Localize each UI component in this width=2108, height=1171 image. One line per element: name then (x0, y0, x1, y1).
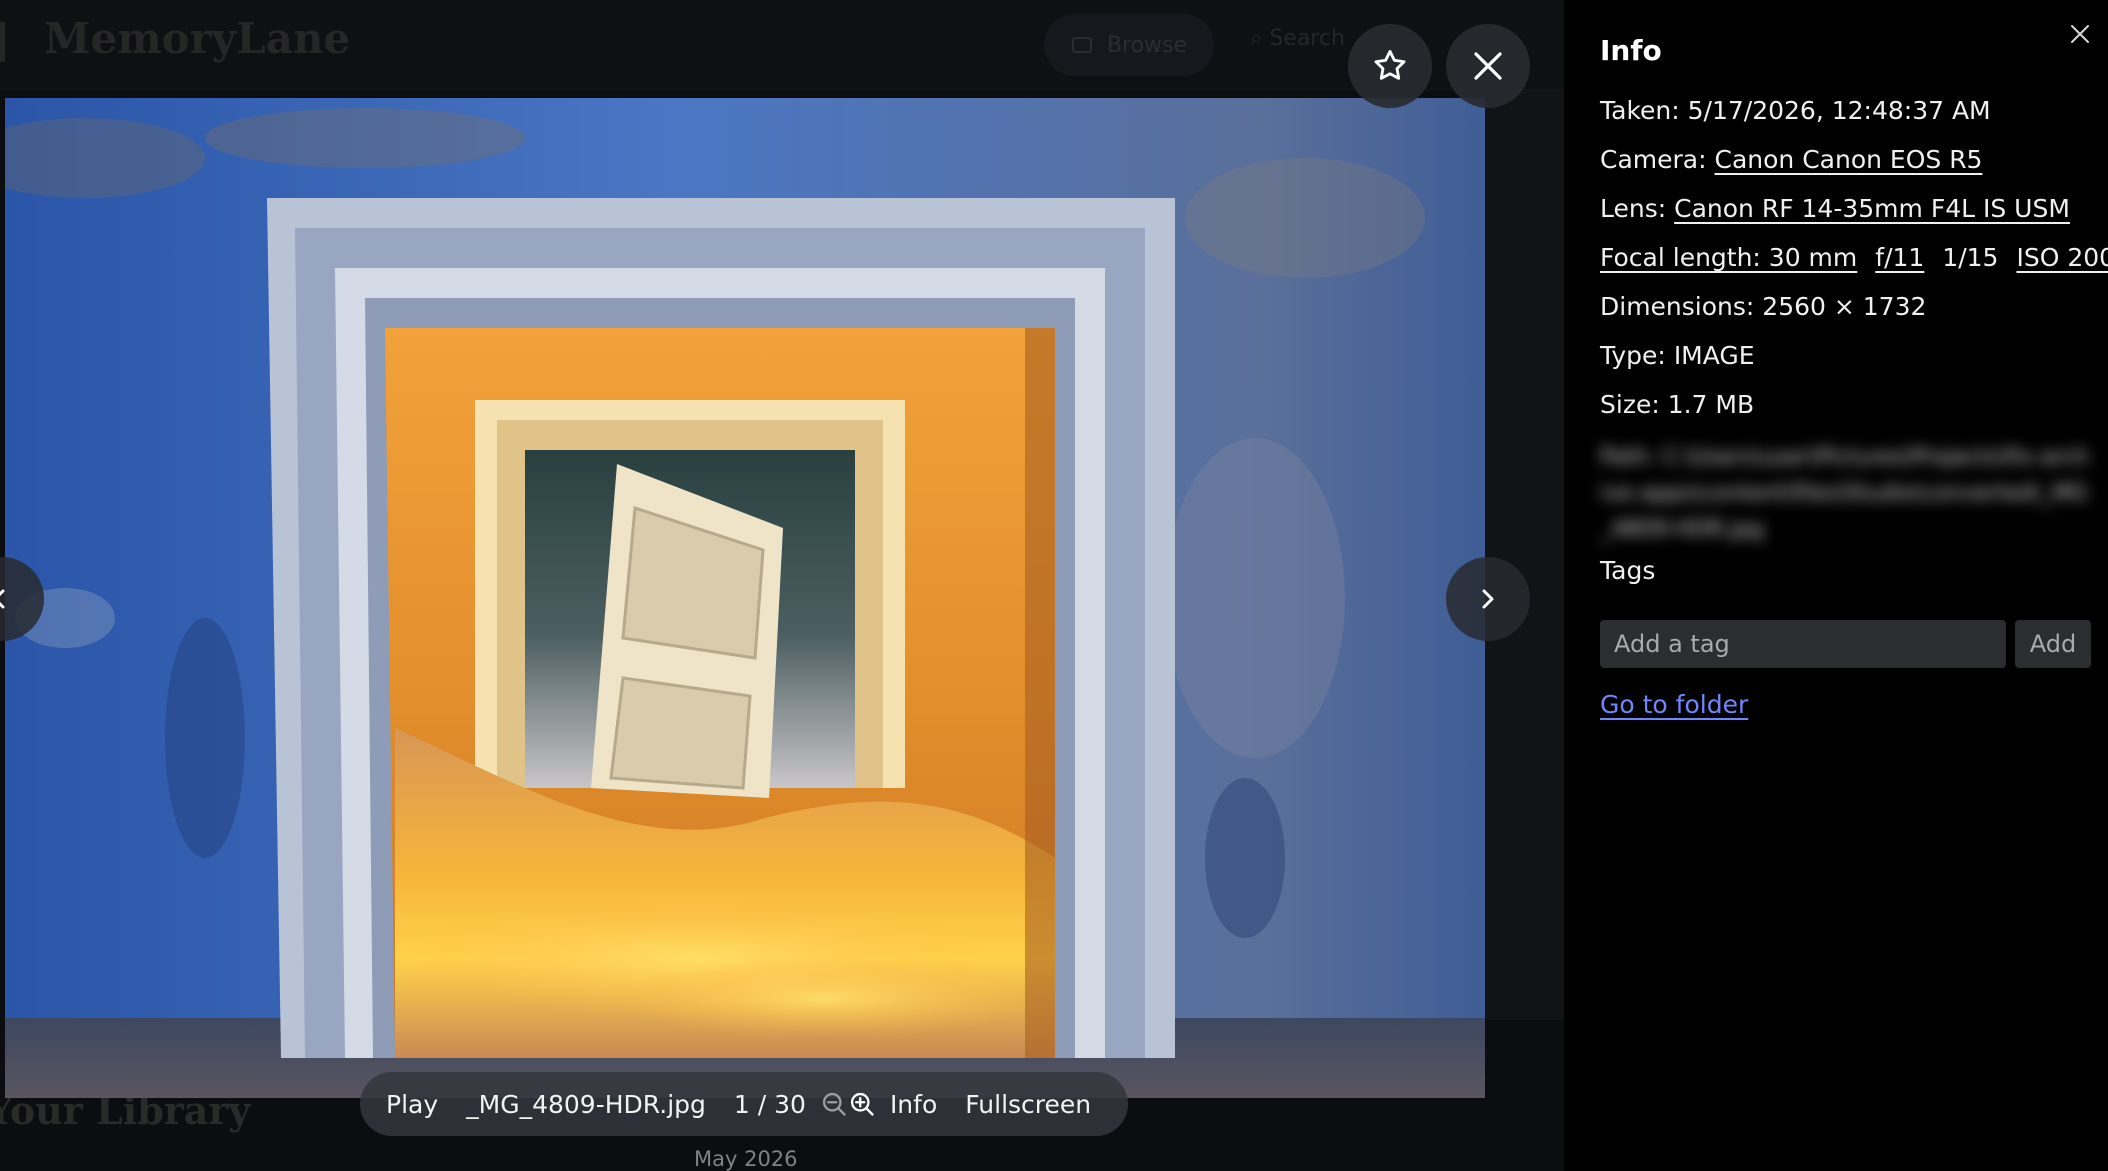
fullscreen-button[interactable]: Fullscreen (951, 1090, 1105, 1119)
close-icon (1474, 52, 1502, 80)
app-header: MemoryLane Browse ⌕ Search (0, 0, 1564, 90)
camera-link[interactable]: Canon Canon EOS R5 (1714, 145, 1982, 174)
file-path-blurred: Path: C:\Users\user\Pictures\Projects\fi… (1600, 445, 2089, 542)
info-panel: Info Taken: 5/17/2026, 12:48:37 AM Camer… (1564, 0, 2108, 1171)
taken-row: Taken: 5/17/2026, 12:48:37 AM (1600, 96, 1991, 125)
photo-image (5, 98, 1485, 1098)
folder-icon (1071, 37, 1092, 53)
add-tag-button[interactable]: Add (2015, 620, 2091, 668)
month-group-label: May 2026 (694, 1147, 798, 1171)
search-icon: ⌕ (1250, 26, 1270, 51)
go-to-folder-link[interactable]: Go to folder (1600, 690, 1748, 719)
info-panel-title: Info (1600, 34, 1662, 67)
iso-link[interactable]: ISO 200 (2016, 243, 2108, 272)
logo-icon (0, 22, 22, 62)
info-toggle-button[interactable]: Info (876, 1090, 951, 1119)
exposure-row: Focal length: 30 mm f/11 1/15 ISO 200 (1600, 241, 2108, 275)
zoom-in-icon (850, 1092, 874, 1116)
shutter-value: 1/15 (1942, 243, 1999, 272)
focal-length-link[interactable]: Focal length: 30 mm (1600, 243, 1857, 272)
size-row: Size: 1.7 MB (1600, 390, 1755, 419)
app-logo-text: MemoryLane (44, 14, 351, 63)
aperture-link[interactable]: f/11 (1875, 243, 1924, 272)
tags-heading: Tags (1600, 556, 1656, 585)
photo-filename: _MG_4809-HDR.jpg (466, 1089, 706, 1119)
close-info-panel-button[interactable] (2064, 18, 2096, 50)
star-outline-icon (1374, 50, 1406, 80)
chevron-right-icon (1482, 589, 1494, 609)
favorite-button[interactable] (1348, 24, 1432, 108)
play-button[interactable]: Play (386, 1090, 452, 1119)
lens-row: Lens: Canon RF 14-35mm F4L IS USM (1600, 194, 2070, 223)
nav-search-button: ⌕ Search (1250, 26, 1345, 51)
dimensions-row: Dimensions: 2560 × 1732 (1600, 292, 1927, 321)
nav-browse-button: Browse (1044, 14, 1214, 76)
tag-input[interactable] (1600, 620, 2006, 668)
size-value: 1.7 MB (1667, 390, 1755, 419)
close-viewer-button[interactable] (1446, 24, 1530, 108)
zoom-out-icon (822, 1092, 846, 1116)
app-logo: MemoryLane (0, 14, 350, 63)
zoom-out-button[interactable] (820, 1084, 848, 1124)
type-value: IMAGE (1673, 341, 1755, 370)
viewer-photo (5, 98, 1485, 1098)
close-icon (2071, 25, 2089, 43)
background-side-panel (1480, 90, 1564, 1020)
type-row: Type: IMAGE (1600, 341, 1755, 370)
camera-row: Camera: Canon Canon EOS R5 (1600, 145, 1983, 174)
next-photo-button[interactable] (1446, 557, 1530, 641)
taken-value: 5/17/2026, 12:48:37 AM (1687, 96, 1991, 125)
viewer-toolbar: Play _MG_4809-HDR.jpg 1 / 30 Info Fullsc… (360, 1072, 1128, 1136)
zoom-in-button[interactable] (848, 1084, 876, 1124)
photo-position-counter: 1 / 30 (733, 1089, 806, 1119)
dimensions-value: 2560 × 1732 (1762, 292, 1927, 321)
chevron-left-icon (0, 589, 5, 609)
lens-link[interactable]: Canon RF 14-35mm F4L IS USM (1674, 194, 2070, 223)
